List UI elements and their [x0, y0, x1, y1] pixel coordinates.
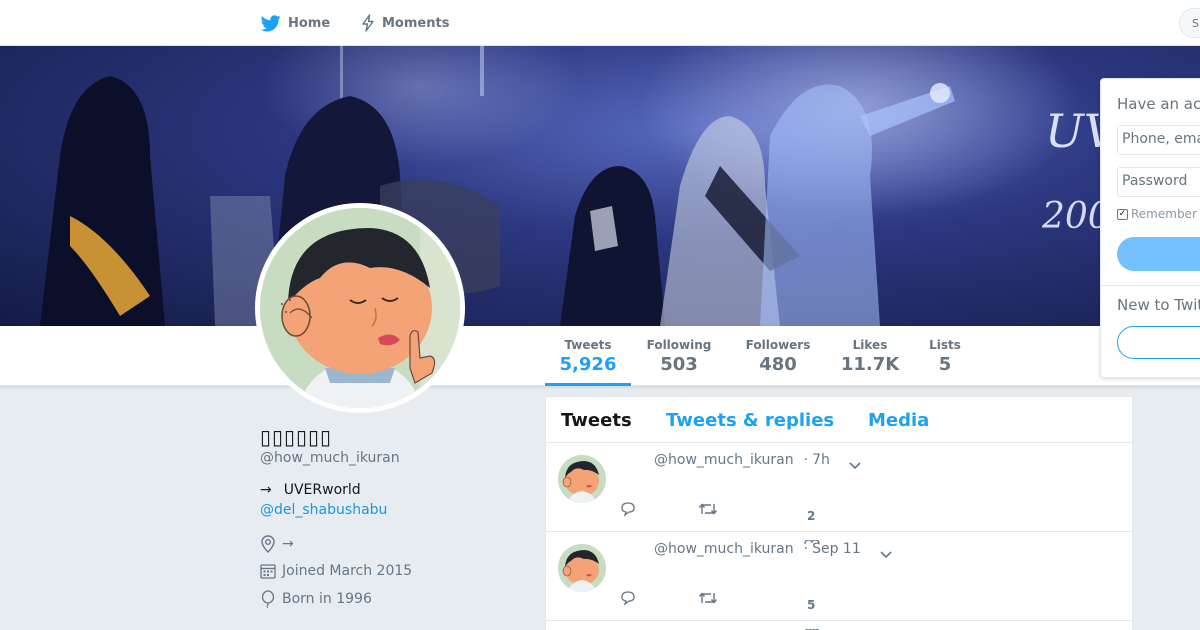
reply-icon[interactable] [620, 590, 636, 606]
tweet-time[interactable]: Sep 11 [812, 541, 861, 557]
remember-me[interactable]: ✓ Remember m [1117, 207, 1200, 221]
signup-button[interactable] [1117, 326, 1200, 359]
top-nav: Home Moments S [0, 0, 1200, 46]
stat-label: Followers [745, 338, 811, 352]
tweet-item[interactable]: @how_much_ikuran · Sep 11 5 [546, 532, 1132, 630]
stat-following[interactable]: Following 503 [640, 326, 718, 386]
stat-value: 5,926 [559, 354, 617, 375]
nav-moments-label: Moments [382, 15, 450, 31]
retweet-icon[interactable] [698, 501, 718, 517]
phone-email-field[interactable]: Phone, ema [1117, 125, 1200, 155]
tweet-actions: 5 [546, 590, 1132, 630]
nav-moments[interactable]: Moments [361, 0, 449, 46]
tweet-avatar[interactable] [558, 544, 606, 592]
search-input[interactable]: S [1179, 8, 1200, 38]
profile-nav-bar: Tweets 5,926 Following 503 Followers 480… [0, 326, 1200, 386]
profile-display-name: ▯▯▯▯▯▯ [260, 425, 333, 449]
stat-lists[interactable]: Lists 5 [924, 326, 966, 386]
chevron-down-icon[interactable] [849, 455, 861, 474]
login-button[interactable] [1117, 237, 1200, 271]
born-text: Born in 1996 [282, 591, 372, 607]
profile-location: → [260, 535, 294, 553]
tweet-count: 2 [807, 509, 816, 523]
stat-label: Tweets [564, 338, 612, 352]
timeline-tabs: Tweets Tweets & replies Media [546, 397, 1132, 443]
profile-joined: Joined March 2015 [260, 562, 412, 579]
nav-home[interactable]: Home [261, 0, 330, 46]
tweet-separator: · [803, 541, 809, 557]
remember-label: Remember m [1131, 207, 1200, 221]
bio-text: UVERworld [283, 482, 361, 498]
nav-home-label: Home [288, 15, 331, 31]
profile-bio: → UVERworld [260, 482, 361, 498]
balloon-icon [260, 590, 276, 608]
tweet-count: 5 [807, 598, 816, 612]
tab-media[interactable]: Media [868, 410, 929, 431]
remember-checkbox[interactable]: ✓ [1117, 208, 1128, 220]
profile-extra-link[interactable]: … [260, 623, 274, 630]
tweet-time[interactable]: 7h [812, 452, 830, 468]
password-field[interactable]: Password [1117, 167, 1200, 197]
heart-icon[interactable] [804, 618, 820, 630]
profile-birthday: Born in 1996 [260, 590, 372, 608]
joined-text: Joined March 2015 [282, 562, 413, 579]
tweet-item[interactable]: @how_much_ikuran · 7h 2 [546, 443, 1132, 545]
stat-label: Likes [852, 338, 888, 352]
header-photo[interactable]: UV 200 [0, 46, 1200, 326]
calendar-icon [260, 562, 276, 579]
twitter-bird-icon [261, 14, 281, 32]
login-title: Have an acc [1117, 95, 1200, 113]
tweet-actions: 2 [546, 501, 1132, 545]
stat-label: Lists [929, 338, 961, 352]
stat-label: Following [646, 338, 712, 352]
location-text: → [282, 536, 294, 552]
tweet-avatar[interactable] [558, 455, 606, 503]
stat-value: 11.7K [840, 354, 900, 375]
tweet-header: @how_much_ikuran · Sep 11 [654, 541, 861, 557]
stat-value: 480 [759, 354, 797, 375]
profile-handle[interactable]: @how_much_ikuran [260, 450, 400, 466]
stat-likes[interactable]: Likes 11.7K [836, 326, 904, 386]
bio-mention-link[interactable]: @del_shabushabu [260, 502, 387, 518]
tweet-handle[interactable]: @how_much_ikuran [654, 452, 794, 468]
retweet-icon[interactable] [698, 590, 718, 606]
login-panel: Have an acc Phone, ema Password ✓ Rememb… [1100, 78, 1200, 378]
tweet-header: @how_much_ikuran · 7h [654, 452, 830, 468]
new-to-twitter-text: New to Twitt [1117, 296, 1200, 314]
tab-tweets[interactable]: Tweets [561, 410, 632, 431]
chevron-down-icon[interactable] [880, 544, 892, 563]
login-divider [1101, 285, 1200, 286]
bio-arrow: → [260, 482, 272, 498]
stat-followers[interactable]: Followers 480 [738, 326, 818, 386]
tweet-separator: · [803, 452, 809, 468]
stat-tweets[interactable]: Tweets 5,926 [545, 326, 631, 386]
reply-icon[interactable] [620, 501, 636, 517]
stat-value: 503 [660, 354, 698, 375]
concert-photo-illustration [40, 46, 1080, 326]
lightning-icon [361, 14, 375, 32]
stat-value: 5 [938, 354, 952, 375]
timeline: Tweets Tweets & replies Media @how_much_… [545, 396, 1133, 630]
tab-tweets-and-replies[interactable]: Tweets & replies [666, 410, 834, 431]
avatar-image [260, 208, 460, 408]
tweet-handle[interactable]: @how_much_ikuran [654, 541, 794, 557]
profile-avatar[interactable] [255, 203, 465, 413]
location-pin-icon [260, 535, 276, 553]
